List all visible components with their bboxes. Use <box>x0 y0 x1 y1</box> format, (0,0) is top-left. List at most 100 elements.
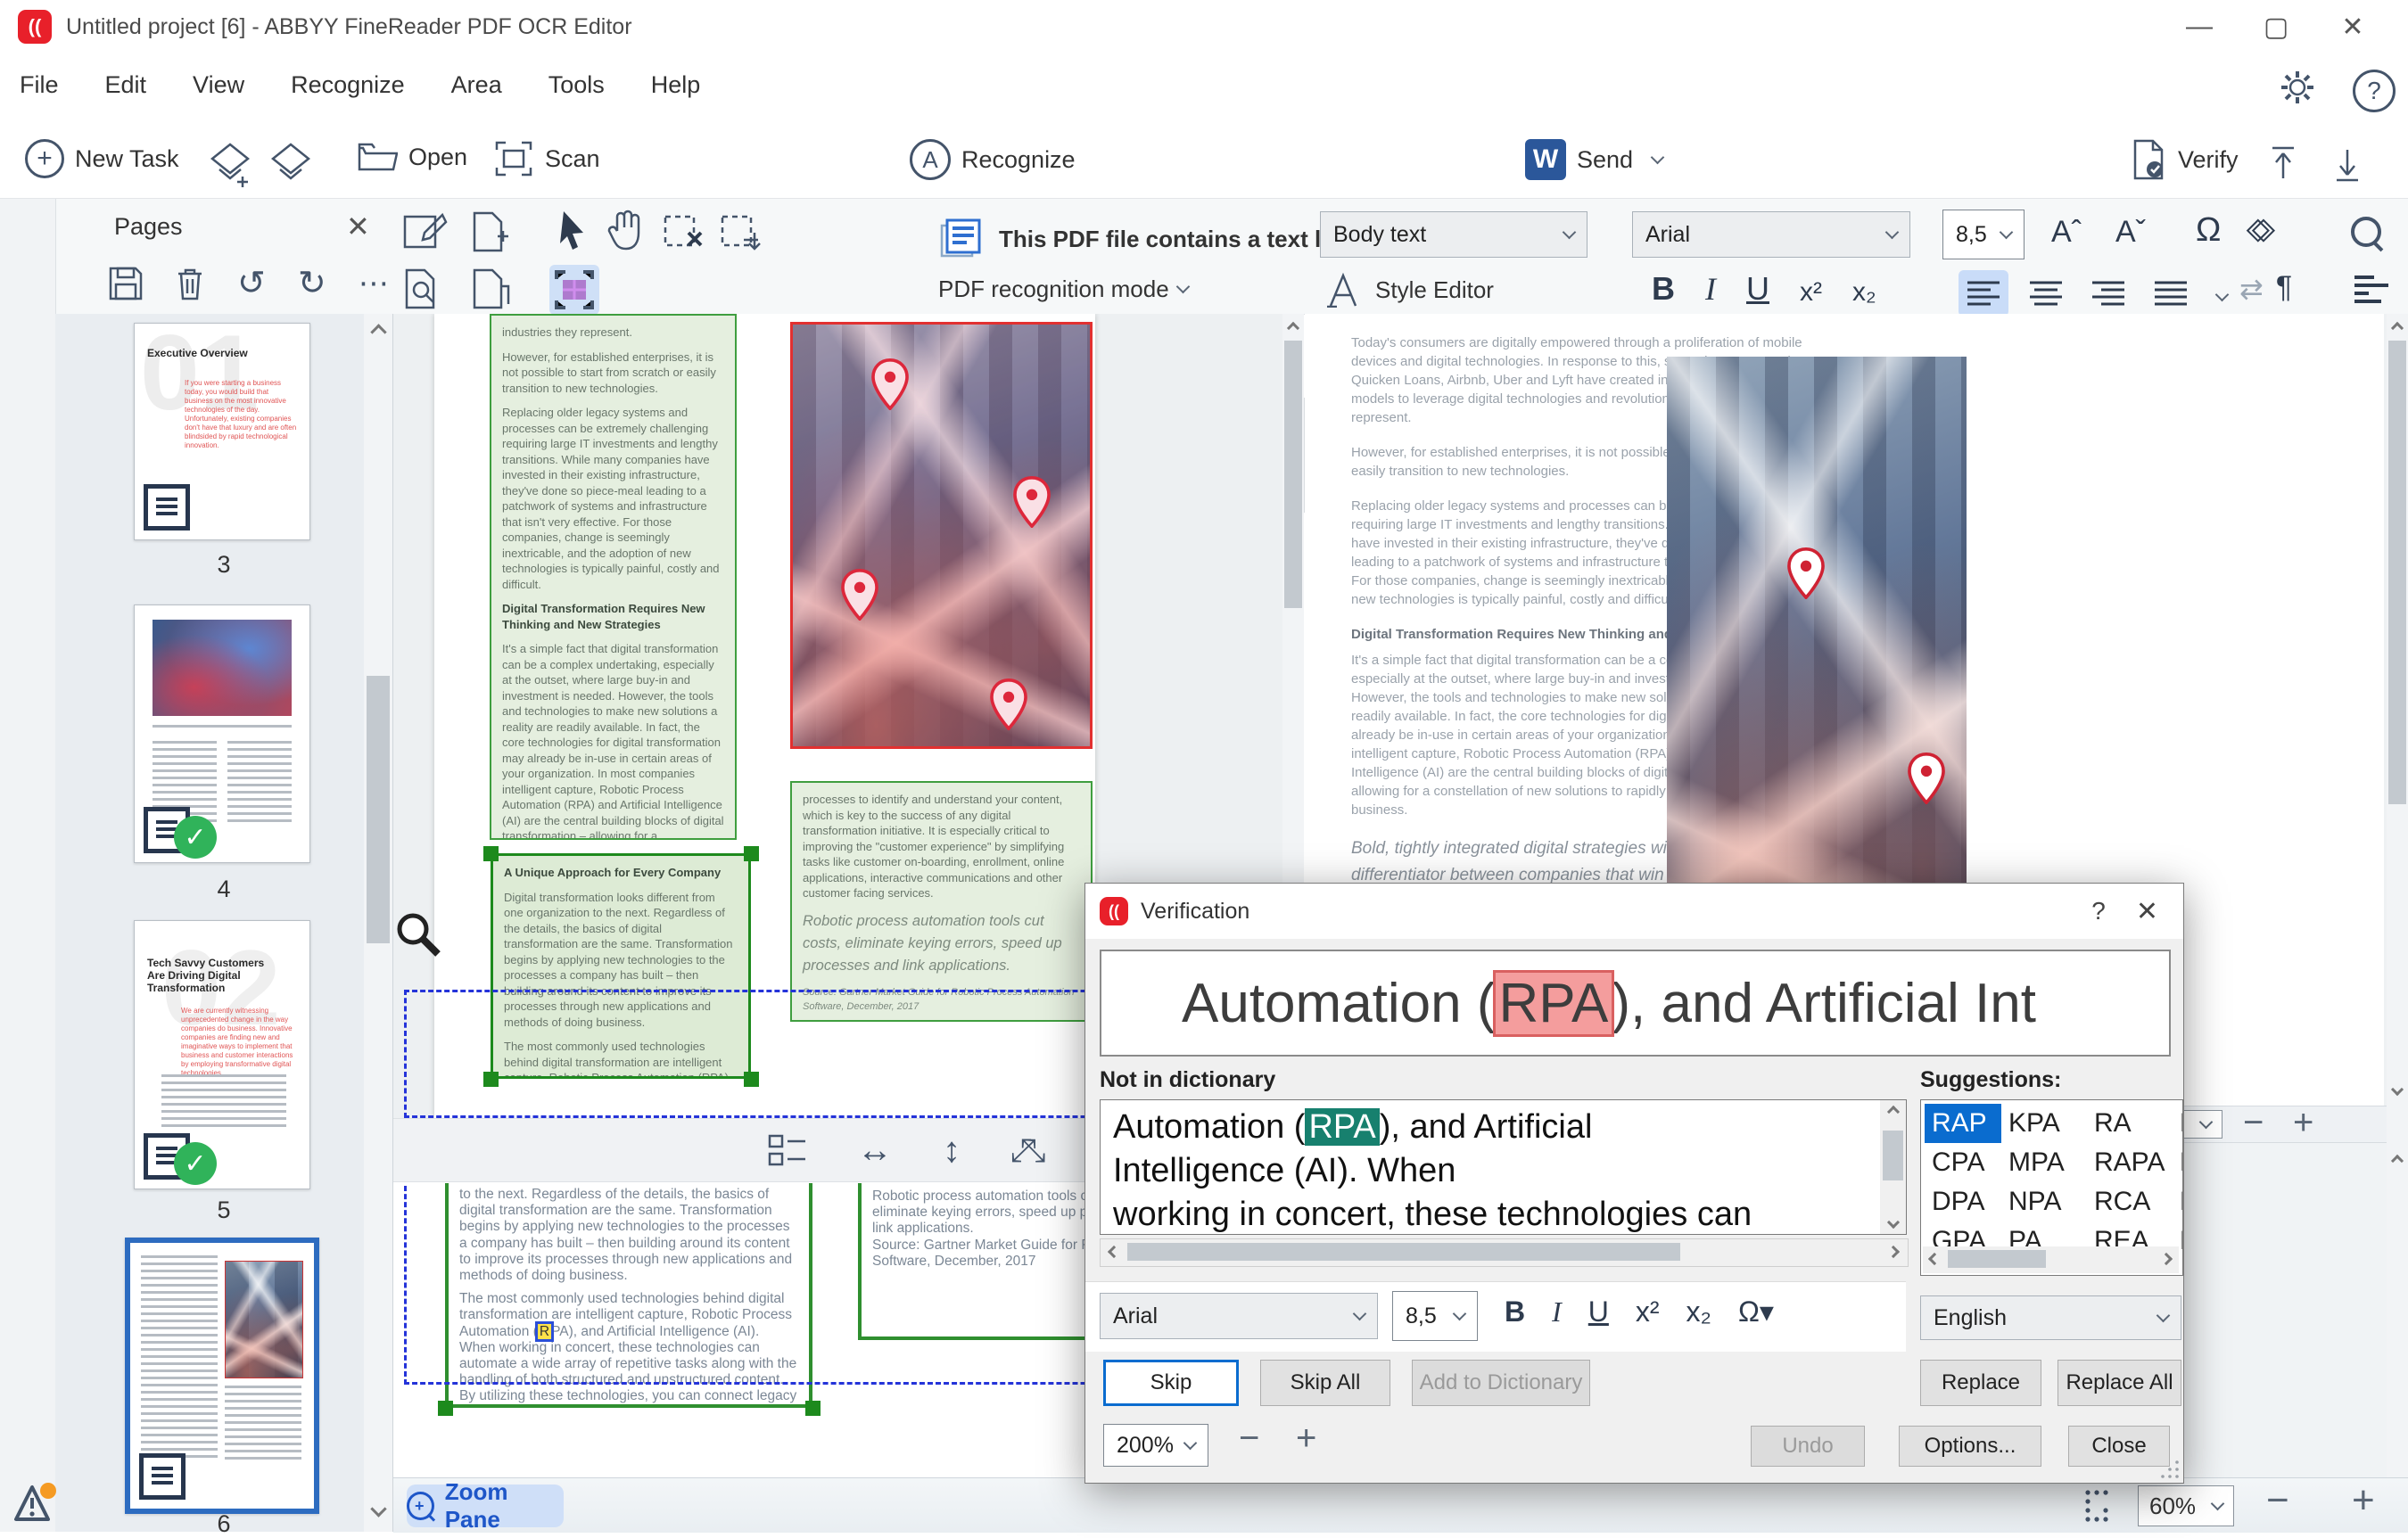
dialog-language-select[interactable]: English <box>1920 1295 2181 1340</box>
pdf-recognition-mode-menu[interactable]: PDF recognition mode <box>938 276 1190 303</box>
font-size-select[interactable]: 8,5 <box>1942 210 2025 259</box>
dialog-close-icon[interactable]: ✕ <box>2136 896 2183 927</box>
scroll-up-icon[interactable] <box>1282 317 1304 339</box>
menu-item[interactable]: Recognize <box>291 71 405 99</box>
page-thumbnail-4[interactable]: ✓ <box>134 605 310 863</box>
area-handle[interactable] <box>438 1401 453 1416</box>
area-handle[interactable] <box>744 846 759 861</box>
maximize-button[interactable]: ▢ <box>2247 7 2305 46</box>
delete-icon[interactable] <box>175 267 205 300</box>
subscript-button[interactable]: x₂ <box>1686 1295 1711 1328</box>
dialog-font-select[interactable]: Arial <box>1100 1293 1378 1339</box>
scroll-left-icon[interactable] <box>1925 1248 1944 1270</box>
menu-item[interactable]: Tools <box>548 71 605 99</box>
undo-button[interactable]: Undo <box>1751 1426 1865 1467</box>
zoom-out-icon[interactable]: − <box>2243 1103 2264 1143</box>
zoom-in-icon[interactable]: + <box>1296 1419 1316 1459</box>
zoom-page-icon[interactable] <box>403 268 448 309</box>
options-button[interactable]: Options... <box>1899 1426 2041 1467</box>
rotate-left-icon[interactable]: ↺ <box>237 263 266 303</box>
recognition-area-tool[interactable] <box>549 265 599 315</box>
line-spacing-icon[interactable]: ⇄ <box>2239 272 2264 317</box>
more-options-icon[interactable]: ⋯ <box>359 266 392 301</box>
skip-button[interactable]: Skip <box>1103 1360 1239 1406</box>
suggestions-hscrollbar[interactable] <box>1923 1246 2179 1273</box>
zoom-pane-button[interactable]: + Zoom Pane <box>407 1478 564 1533</box>
scroll-up-icon[interactable] <box>2387 1150 2408 1172</box>
image-area-block[interactable] <box>790 322 1093 749</box>
dialog-zoom-select[interactable]: 200% <box>1103 1424 1208 1467</box>
verify-button[interactable]: Verify <box>2130 139 2239 180</box>
scrollbar-thumb[interactable] <box>1284 341 1302 608</box>
menu-item[interactable]: View <box>193 71 244 99</box>
pages-scrollbar[interactable] <box>364 314 392 1532</box>
suggestion-item[interactable]: RPA <box>2173 1182 2182 1221</box>
replace-button[interactable]: Replace <box>1920 1360 2041 1406</box>
dialog-title-bar[interactable]: (( Verification ? ✕ <box>1085 884 2183 939</box>
suggestion-item[interactable]: MPA <box>2001 1143 2087 1182</box>
recognize-button[interactable]: A Recognize <box>910 139 1076 180</box>
fit-page-icon[interactable]: ⤢⤡ <box>1010 1131 1045 1170</box>
add-pages-icon[interactable] <box>207 141 253 192</box>
suggestions-list[interactable]: RAPCPADPAGPAKPAMPANPAPARARAPARCAREARPARP… <box>1920 1099 2183 1276</box>
export-arrow-icon[interactable] <box>2330 144 2365 188</box>
align-left-button[interactable] <box>1959 270 2008 317</box>
close-pages-panel-icon[interactable]: ✕ <box>346 210 370 243</box>
suggestion-item[interactable]: KPA <box>2001 1104 2087 1143</box>
menu-item[interactable]: Edit <box>105 71 147 99</box>
suggestion-item[interactable]: DPA <box>1925 1182 2001 1221</box>
alignment-more-icon[interactable] <box>2214 287 2230 302</box>
dialog-close-button[interactable]: Close <box>2068 1426 2170 1467</box>
import-arrow-icon[interactable] <box>2265 144 2301 188</box>
page-thumbnail-6[interactable] <box>125 1238 319 1514</box>
underline-button[interactable]: U <box>1588 1295 1609 1328</box>
suggestion-item[interactable]: RAPA <box>2087 1143 2173 1182</box>
suggestion-item[interactable]: RA <box>2087 1104 2173 1143</box>
underline-button[interactable]: U <box>1746 270 1769 308</box>
scroll-down-icon[interactable] <box>2387 1079 2408 1100</box>
superscript-button[interactable]: x² <box>1636 1295 1660 1328</box>
font-family-select[interactable]: Arial <box>1632 211 1910 258</box>
text-area-block[interactable]: industries they represent. However, for e… <box>490 314 737 840</box>
menu-item[interactable]: File <box>20 71 59 99</box>
chevron-down-icon[interactable] <box>1650 150 1665 164</box>
warning-icon[interactable] <box>12 1482 59 1529</box>
align-center-button[interactable] <box>2021 270 2071 317</box>
zoom-out-icon[interactable]: − <box>1239 1419 1259 1459</box>
italic-button[interactable]: I <box>1705 270 1716 308</box>
suggestion-item[interactable]: RAP <box>1925 1104 2001 1143</box>
area-handle[interactable] <box>805 1401 821 1416</box>
fit-width-icon[interactable]: ↔ <box>857 1131 893 1171</box>
text-pane-scrollbar[interactable] <box>2387 314 2408 1477</box>
skip-all-button[interactable]: Skip All <box>1260 1360 1390 1406</box>
verification-text-editor[interactable]: Automation (RPA), and Artificial Intelli… <box>1100 1099 1907 1235</box>
scroll-down-icon[interactable] <box>364 1496 392 1521</box>
scan-button[interactable]: Scan <box>493 139 600 178</box>
italic-button[interactable]: I <box>1552 1295 1562 1328</box>
insert-symbol-icon[interactable]: Ω <box>2196 211 2221 250</box>
cursor-icon[interactable] <box>555 210 592 252</box>
replace-all-button[interactable]: Replace All <box>2058 1360 2181 1406</box>
append-pages-icon[interactable] <box>268 141 314 192</box>
close-button[interactable]: ✕ <box>2324 7 2381 46</box>
suggestion-item[interactable]: NPA <box>2001 1182 2087 1221</box>
align-right-button[interactable] <box>2083 270 2133 317</box>
hand-pan-icon[interactable] <box>606 210 647 252</box>
new-task-button[interactable]: + New Task <box>25 139 179 178</box>
main-zoom-select[interactable]: 60% <box>2138 1485 2234 1526</box>
style-editor-button[interactable]: Style Editor <box>1325 272 1494 308</box>
page-thumbnail-3[interactable]: 01 Executive Overview If you were starti… <box>134 323 310 540</box>
scroll-right-icon[interactable] <box>1884 1241 1903 1262</box>
open-button[interactable]: Open <box>357 139 467 175</box>
superscript-button[interactable]: x² <box>1800 277 1822 308</box>
zoom-in-icon[interactable]: + <box>2352 1478 2375 1523</box>
text-hscrollbar[interactable] <box>1100 1238 1909 1267</box>
hyperlink-icon[interactable]: ⧉ <box>2239 209 2283 252</box>
help-icon[interactable]: ? <box>2353 70 2396 112</box>
suggestion-item[interactable]: CPA <box>1925 1143 2001 1182</box>
symbol-button[interactable]: Ω▾ <box>1738 1295 1774 1328</box>
menu-item[interactable]: Help <box>651 71 701 99</box>
scroll-left-icon[interactable] <box>1104 1241 1124 1262</box>
suggestion-item[interactable]: RCA <box>2087 1182 2173 1221</box>
bold-button[interactable]: B <box>1505 1295 1525 1328</box>
